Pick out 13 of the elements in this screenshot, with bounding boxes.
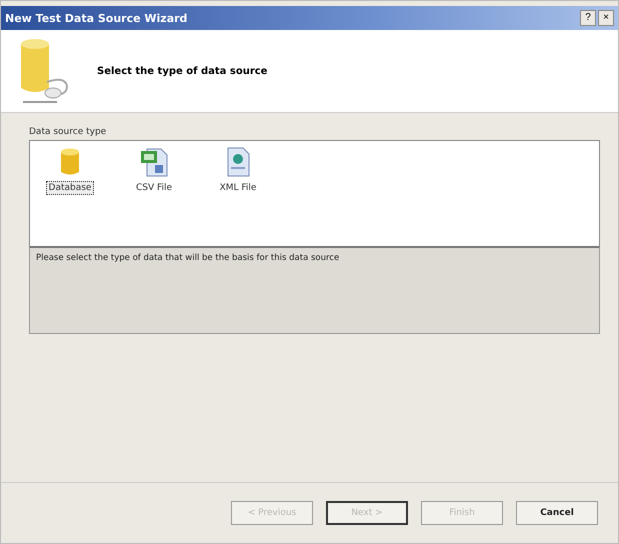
window-title: New Test Data Source Wizard	[5, 12, 188, 24]
document-icon	[225, 147, 251, 177]
database-option[interactable]: Database	[46, 181, 94, 195]
close-button[interactable]: ×	[598, 10, 614, 26]
description-text: Please select the type of data that will be the basis for this data source	[36, 253, 340, 263]
header-title: Select the type of data source	[97, 66, 268, 76]
data-source-type-label: Data source type	[29, 127, 108, 137]
wizard-button[interactable]: Cancel	[516, 501, 598, 525]
database-icon	[59, 147, 81, 177]
csv-option[interactable]: CSV File	[132, 181, 176, 195]
xml-option[interactable]: XML File	[216, 181, 260, 195]
spreadsheet-file-icon	[139, 147, 169, 177]
help-button[interactable]: ?	[580, 10, 596, 26]
